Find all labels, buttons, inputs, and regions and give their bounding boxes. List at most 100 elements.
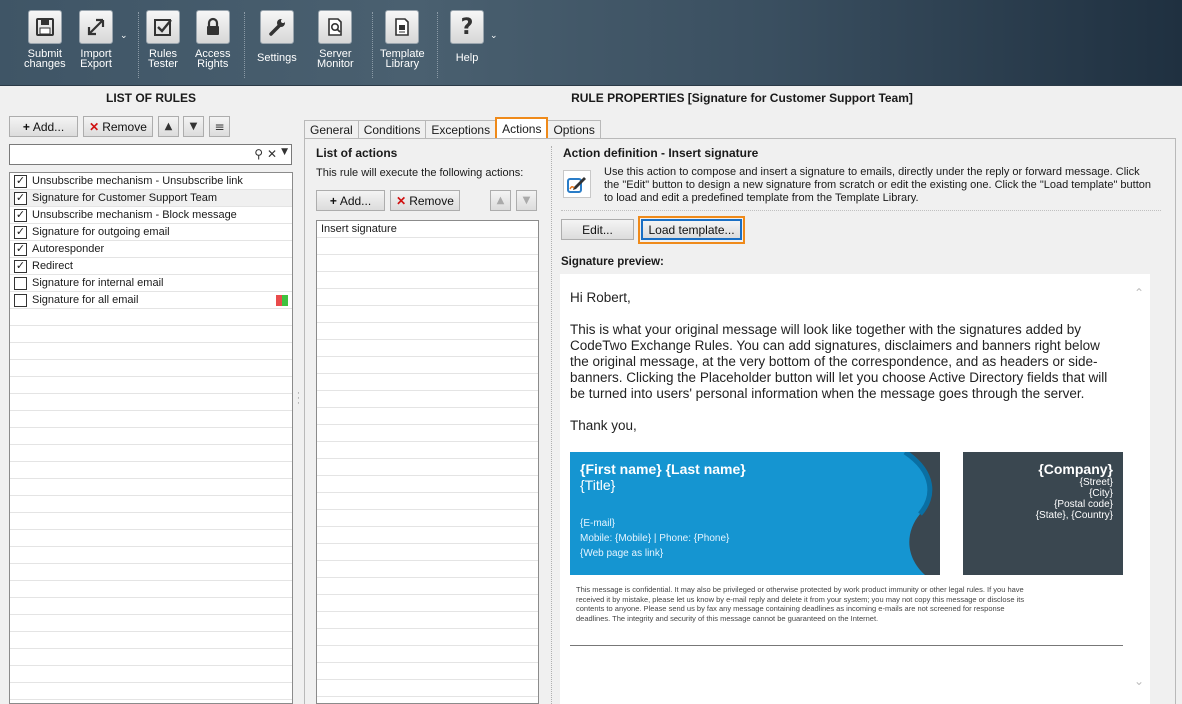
- rule-row[interactable]: ✓ Signature for Customer Support Team: [10, 190, 292, 207]
- tab-options[interactable]: Options: [547, 120, 601, 138]
- chevron-down-icon[interactable]: ⌄: [490, 31, 498, 41]
- remove-rule-button[interactable]: ✕ Remove: [83, 116, 153, 137]
- empty-row: [317, 408, 538, 425]
- empty-row: [317, 306, 538, 323]
- empty-row: [317, 629, 538, 646]
- sig-title: {Title}: [580, 477, 616, 493]
- access-rights-button[interactable]: Access Rights: [195, 10, 231, 70]
- help-button[interactable]: ? Help: [450, 10, 484, 64]
- chevron-down-icon[interactable]: ⌄: [120, 31, 128, 41]
- empty-row: [10, 343, 292, 360]
- action-move-down-button[interactable]: ▼: [516, 190, 537, 211]
- rule-search-input[interactable]: ⚲ ✕ ▼: [9, 144, 292, 165]
- move-down-button[interactable]: ▼: [183, 116, 204, 137]
- signature-preview-label: Signature preview:: [561, 256, 664, 268]
- empty-row: [10, 530, 292, 547]
- empty-row: [317, 238, 538, 255]
- sig-city: {City}: [1089, 488, 1113, 499]
- server-monitor-button[interactable]: Server Monitor: [317, 10, 354, 70]
- empty-row: [317, 374, 538, 391]
- ribbon-separator: [138, 12, 139, 78]
- list-of-actions-subtitle: This rule will execute the following act…: [316, 167, 524, 179]
- add-rule-button[interactable]: + Add...: [9, 116, 78, 137]
- scroll-up-icon[interactable]: ⌃: [1134, 286, 1144, 300]
- clear-icon[interactable]: ✕: [267, 147, 277, 161]
- scroll-down-icon[interactable]: ⌄: [1134, 674, 1144, 688]
- signature-preview-pane[interactable]: Hi Robert, This is what your original me…: [560, 274, 1150, 704]
- tab-conditions[interactable]: Conditions: [357, 120, 427, 138]
- empty-row: [10, 377, 292, 394]
- wrench-icon: [259, 10, 294, 44]
- ribbon-separator: [437, 12, 438, 78]
- chevron-down-icon[interactable]: ▼: [281, 147, 288, 161]
- access-rights-label: Access Rights: [195, 48, 231, 70]
- signature-contact-card: {First name} {Last name} {Title} {E-mail…: [570, 452, 940, 575]
- rule-row[interactable]: ✓ Signature for outgoing email: [10, 224, 292, 241]
- empty-row: [317, 391, 538, 408]
- add-action-button[interactable]: + Add...: [316, 190, 385, 211]
- empty-row: [10, 411, 292, 428]
- remove-rule-label: Remove: [102, 119, 147, 134]
- card-wave-decoration: [903, 452, 940, 575]
- add-action-label: Add...: [339, 193, 372, 208]
- empty-row: [10, 462, 292, 479]
- search-icon[interactable]: ⚲: [254, 147, 263, 161]
- load-template-button[interactable]: Load template...: [641, 219, 742, 240]
- settings-label: Settings: [257, 52, 297, 64]
- rule-row[interactable]: Signature for internal email: [10, 275, 292, 292]
- empty-row: [10, 309, 292, 326]
- preview-message-body: Hi Robert, This is what your original me…: [570, 290, 1120, 450]
- ribbon-separator: [372, 12, 373, 78]
- chevron-up-icon: ▲: [164, 121, 173, 132]
- rule-checkbox[interactable]: [14, 293, 27, 307]
- rule-row[interactable]: ✓ Unsubscribe mechanism - Unsubscribe li…: [10, 173, 292, 190]
- rule-row[interactable]: ✓ Unsubscribe mechanism - Block message: [10, 207, 292, 224]
- submit-changes-button[interactable]: Submit changes: [24, 10, 66, 70]
- tab-actions[interactable]: Actions: [495, 117, 549, 138]
- panel-splitter[interactable]: · · ·: [297, 390, 300, 409]
- empty-row: [317, 493, 538, 510]
- sig-web: {Web page as link}: [580, 548, 664, 559]
- load-template-label: Load template...: [648, 222, 735, 237]
- edit-button[interactable]: Edit...: [561, 219, 634, 240]
- empty-row: [317, 680, 538, 697]
- rule-checkbox[interactable]: ✓: [14, 191, 27, 205]
- remove-action-button[interactable]: ✕ Remove: [390, 190, 460, 211]
- empty-row: [317, 272, 538, 289]
- template-library-button[interactable]: Template Library: [380, 10, 425, 70]
- rule-checkbox[interactable]: [14, 276, 27, 290]
- empty-row: [317, 510, 538, 527]
- empty-row: [10, 326, 292, 343]
- empty-row: [317, 544, 538, 561]
- action-row[interactable]: Insert signature: [317, 221, 538, 238]
- list-of-rules-title: LIST OF RULES: [106, 91, 196, 105]
- rule-checkbox[interactable]: ✓: [14, 242, 27, 256]
- remove-x-icon: ✕: [396, 193, 407, 208]
- rule-checkbox[interactable]: ✓: [14, 208, 27, 222]
- empty-row: [317, 578, 538, 595]
- chevron-down-icon: ▼: [189, 121, 198, 132]
- action-move-up-button[interactable]: ▲: [490, 190, 511, 211]
- settings-button[interactable]: Settings: [257, 10, 297, 64]
- tab-exceptions[interactable]: Exceptions: [425, 120, 497, 138]
- properties-tabs: General Conditions Exceptions Actions Op…: [304, 117, 601, 138]
- import-export-button[interactable]: Import Export: [79, 10, 113, 70]
- rule-label: Signature for outgoing email: [32, 226, 170, 238]
- rule-checkbox[interactable]: ✓: [14, 259, 27, 273]
- empty-row: [10, 632, 292, 649]
- rule-row[interactable]: ✓ Redirect: [10, 258, 292, 275]
- chevron-up-icon: ▲: [496, 195, 505, 206]
- tab-general[interactable]: General: [304, 120, 359, 138]
- rule-checkbox[interactable]: ✓: [14, 225, 27, 239]
- sig-postal: {Postal code}: [1054, 499, 1113, 510]
- rule-row[interactable]: Signature for all email: [10, 292, 292, 309]
- rule-row[interactable]: ✓ Autoresponder: [10, 241, 292, 258]
- rule-checkbox[interactable]: ✓: [14, 174, 27, 188]
- menu-button[interactable]: ≡: [209, 116, 230, 137]
- empty-row: [10, 598, 292, 615]
- ribbon-separator: [244, 12, 245, 78]
- empty-row: [10, 496, 292, 513]
- move-up-button[interactable]: ▲: [158, 116, 179, 137]
- empty-row: [10, 547, 292, 564]
- rules-tester-button[interactable]: Rules Tester: [146, 10, 180, 70]
